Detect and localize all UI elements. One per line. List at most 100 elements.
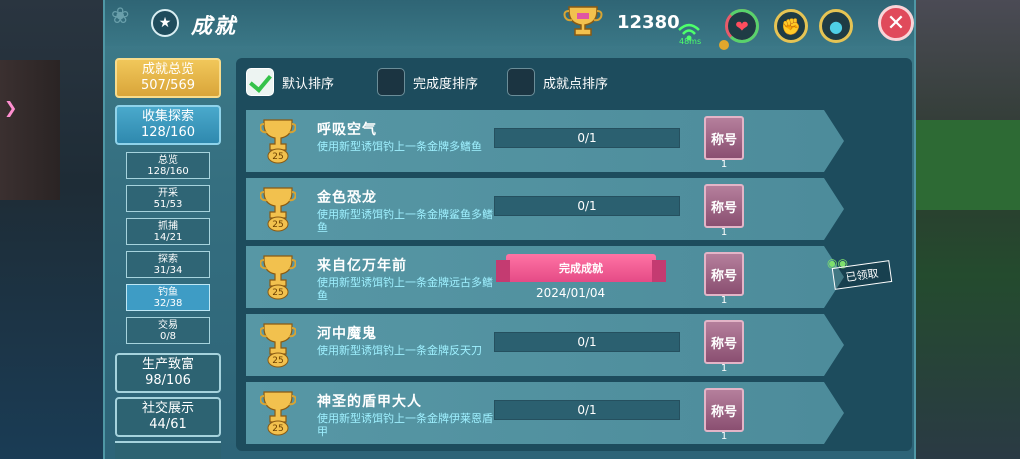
subcategory-label: 总览 (158, 154, 178, 166)
subcategory-count: 0/8 (159, 330, 177, 342)
sort-completion[interactable]: 完成度排序 (377, 68, 478, 96)
achievement-list-panel: 默认排序 完成度排序 成就点排序 25 呼吸空气 使用新型诱饵钓上一条金牌多鳍鱼 (236, 58, 912, 451)
achievement-row[interactable]: 25 金色恐龙 使用新型诱饵钓上一条金牌鲨鱼多鳍鱼 0/1 称号 1 (246, 178, 844, 240)
subcategory-mining[interactable]: 开采 51/53 (126, 185, 210, 212)
trophy-points-icon: 25 (260, 323, 296, 368)
reward-count: 1 (720, 159, 728, 170)
achievement-row[interactable]: 25 呼吸空气 使用新型诱饵钓上一条金牌多鳍鱼 0/1 称号 1 (246, 110, 844, 172)
trophy-points-icon: 25 (260, 119, 296, 164)
subcategory-capture[interactable]: 抓捕 14/21 (126, 218, 210, 245)
water-button[interactable]: ● (819, 9, 853, 43)
gold-trophy-icon (563, 6, 603, 36)
leaf-decoration-icon: ❀ (111, 4, 130, 29)
subcategory-count: 32/38 (153, 297, 183, 309)
badge-dot (719, 40, 729, 50)
progress-text: 0/1 (577, 131, 597, 145)
title-reward-icon[interactable]: 称号 (704, 184, 744, 228)
sort-label: 默认排序 (282, 76, 335, 92)
subcategory-count: 51/53 (153, 198, 183, 210)
subcategory-label: 钓鱼 (158, 286, 178, 298)
category-production[interactable]: 生产致富 98/106 (115, 353, 221, 393)
background-grass (910, 120, 1020, 210)
subcategory-count: 128/160 (147, 165, 189, 177)
trophy-points-icon: 25 (260, 187, 296, 232)
completed-label: 完成成就 (559, 262, 603, 275)
background-pole (0, 60, 60, 200)
achievement-row[interactable]: 25 河中魔鬼 使用新型诱饵钓上一条金牌反天刀 0/1 称号 1 (246, 314, 844, 376)
reward-label: 称号 (710, 404, 737, 420)
title-reward-icon[interactable]: 称号 (704, 116, 744, 160)
progress-bar: 0/1 (494, 332, 680, 352)
category-count: 128/160 (140, 125, 195, 140)
heart-button[interactable]: ❤ (725, 9, 759, 43)
close-icon: ✕ (886, 10, 906, 36)
subcategory-overview[interactable]: 总览 128/160 (126, 152, 210, 179)
trophy-icon: ★ (151, 9, 179, 37)
title-reward-icon[interactable]: 称号 (704, 320, 744, 364)
header-bar: ❀ ★ 成就 12380 48ms ❤ ✊ ● ✕ (105, 0, 914, 50)
subcategory-label: 开采 (158, 187, 178, 199)
subcategory-count: 14/21 (153, 231, 183, 243)
checkbox[interactable] (507, 68, 535, 96)
progress-text: 0/1 (577, 199, 597, 213)
checkbox[interactable] (377, 68, 405, 96)
reward-label: 称号 (710, 132, 737, 148)
achievement-desc: 使用新型诱饵钓上一条金牌伊莱恩盾甲 (317, 412, 493, 438)
title-reward-icon[interactable]: 称号 (704, 252, 744, 296)
category-next[interactable] (115, 441, 221, 459)
category-count: 98/106 (145, 373, 191, 388)
achievement-row-completed[interactable]: 25 来自亿万年前 使用新型诱饵钓上一条金牌远古多鳍鱼 完成成就 2024/01… (246, 246, 844, 308)
title-reward-icon[interactable]: 称号 (704, 388, 744, 432)
category-label: 生产致富 (141, 357, 194, 372)
points-text: 25 (272, 220, 283, 230)
category-label: 成就总览 (141, 62, 194, 77)
category-social[interactable]: 社交展示 44/61 (115, 397, 221, 437)
subcategory-fishing[interactable]: 钓鱼 32/38 (126, 284, 210, 311)
water-drop-icon: ● (829, 16, 843, 36)
background-right (910, 0, 1020, 459)
side-arrow-icon: ❯ (4, 98, 18, 117)
completed-banner: 完成成就 (496, 254, 666, 282)
page-title: 成就 (191, 14, 237, 38)
sort-label: 成就点排序 (543, 76, 609, 92)
ping-value: 48ms (679, 37, 702, 46)
category-label: 收集探索 (141, 109, 194, 124)
subcategory-label: 抓捕 (158, 220, 178, 232)
progress-bar: 0/1 (494, 400, 680, 420)
reward-label: 称号 (710, 268, 737, 284)
category-overview[interactable]: 成就总览 507/569 (115, 58, 221, 98)
points-text: 25 (272, 424, 283, 434)
achievement-points: 12380 (617, 12, 680, 33)
subcategory-count: 31/34 (153, 264, 183, 276)
reward-label: 称号 (710, 200, 737, 216)
achievement-window: ❀ ★ 成就 12380 48ms ❤ ✊ ● ✕ 成就总览 507/569 收… (103, 0, 916, 459)
progress-text: 0/1 (577, 335, 597, 349)
claimed-stamp: ◉◉ 已领取 (827, 256, 895, 292)
strength-button[interactable]: ✊ (774, 9, 808, 43)
achievement-name: 呼吸空气 (317, 122, 377, 138)
progress-bar: 0/1 (494, 128, 680, 148)
trophy-points-icon: 25 (260, 255, 296, 300)
subcategory-label: 探索 (158, 253, 178, 265)
checkbox-checked[interactable] (246, 68, 274, 96)
reward-count: 1 (720, 227, 728, 238)
close-button[interactable]: ✕ (878, 5, 914, 41)
category-collect-explore[interactable]: 收集探索 128/160 (115, 105, 221, 145)
achievement-desc: 使用新型诱饵钓上一条金牌鲨鱼多鳍鱼 (317, 208, 493, 234)
reward-count: 1 (720, 431, 728, 442)
achievement-desc: 使用新型诱饵钓上一条金牌多鳍鱼 (317, 140, 482, 153)
reward-count: 1 (720, 363, 728, 374)
achievement-row[interactable]: 25 神圣的盾甲大人 使用新型诱饵钓上一条金牌伊莱恩盾甲 0/1 称号 1 (246, 382, 844, 444)
subcategory-explore[interactable]: 探索 31/34 (126, 251, 210, 278)
sort-points[interactable]: 成就点排序 (507, 68, 608, 96)
points-text: 25 (272, 152, 283, 162)
background-left: ❯ (0, 0, 104, 459)
subcategory-trade[interactable]: 交易 0/8 (126, 317, 210, 344)
trophy-points-icon: 25 (260, 391, 296, 436)
sort-default[interactable]: 默认排序 (246, 68, 334, 96)
category-count: 507/569 (140, 78, 195, 93)
points-text: 25 (272, 356, 283, 366)
category-count: 44/61 (149, 417, 187, 432)
category-label: 社交展示 (141, 401, 194, 416)
achievement-name: 河中魔鬼 (317, 326, 377, 342)
